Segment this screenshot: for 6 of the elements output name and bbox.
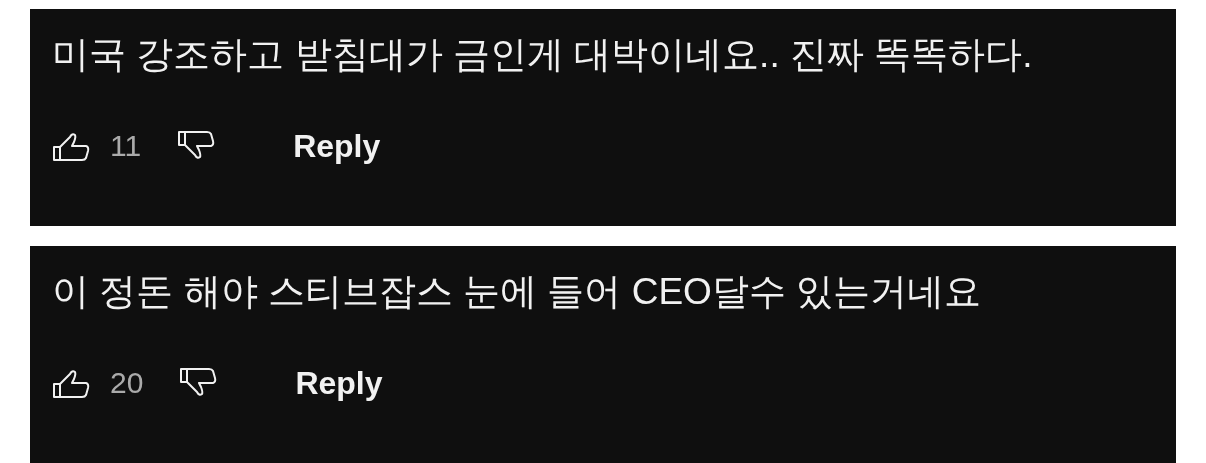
reply-button[interactable]: Reply xyxy=(295,364,383,402)
comment-text: 이 정돈 해야 스티브잡스 눈에 들어 CEO달수 있는거네요 xyxy=(52,270,983,314)
like-count: 20 xyxy=(110,366,144,400)
comment-text: 미국 강조하고 받침대가 금인게 대박이네요.. 진짜 똑똑하다. xyxy=(52,33,1034,77)
like-count: 11 xyxy=(110,129,142,163)
reply-button[interactable]: Reply xyxy=(293,127,381,165)
